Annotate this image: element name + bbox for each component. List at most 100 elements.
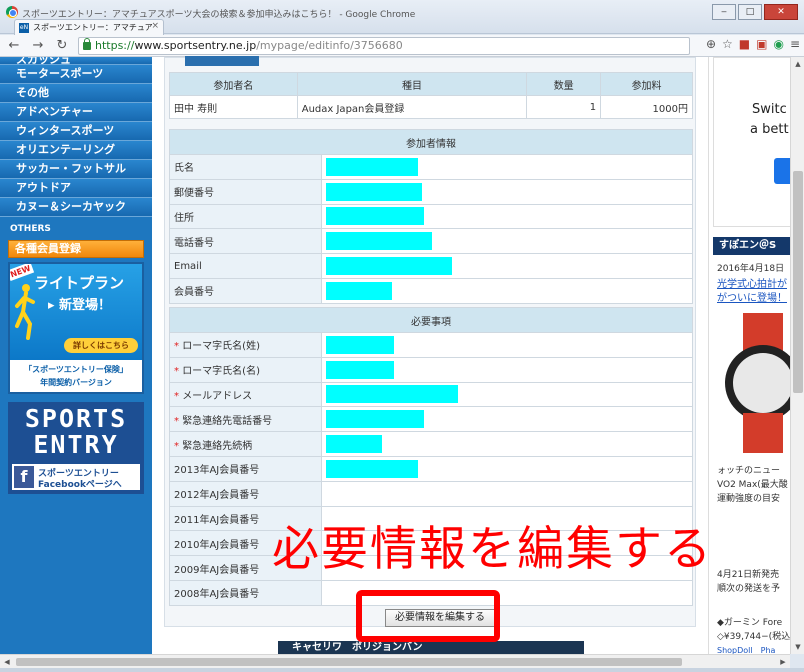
table-row: * 緊急連絡先電話番号 [169, 406, 693, 433]
menu-icon[interactable]: ≡ [790, 37, 800, 51]
required-field-label: メールアドレス [182, 390, 253, 402]
redacted-value [326, 157, 418, 176]
quantity-value: 1 [526, 95, 602, 119]
bottom-ad-banner[interactable]: キャセリワ ボリジョンバン [278, 641, 584, 654]
tab-label: スポーツエントリー：アマチュア [33, 23, 153, 32]
sidebar-item[interactable]: オリエンテーリング [0, 141, 152, 160]
table-row: 2012年AJ会員番号 [169, 480, 693, 507]
field-value [321, 277, 693, 304]
scroll-up-icon[interactable]: ▲ [791, 57, 804, 71]
sidebar-item[interactable]: モータースポーツ [0, 65, 152, 84]
right-ad-button[interactable] [774, 158, 790, 184]
required-field-label: ローマ字氏名(姓) [182, 341, 260, 353]
bookmark-star-icon[interactable]: ☆ [722, 37, 733, 51]
entry-table: 参加者名 種目 数量 参加料 田中 寿則 Audax Japan会員登録 1 1… [169, 72, 693, 119]
redacted-value [326, 360, 394, 379]
table-row: * ローマ字氏名(姓) [169, 332, 693, 358]
header-fee: 参加料 [600, 72, 693, 96]
annotation-highlight-box [356, 590, 500, 642]
field-value [321, 154, 693, 180]
back-icon[interactable]: ← [6, 37, 22, 55]
field-value [321, 431, 693, 457]
watch-image [725, 313, 790, 453]
insurance-label: 「スポーツエントリー保険」 [24, 365, 128, 374]
lite-plan-banner[interactable]: NEW ライトプラン ▸ 新登場！ 詳しくはこちら 「スポーツエントリー保険」 … [8, 262, 144, 394]
details-button[interactable]: 詳しくはこちら [64, 338, 138, 353]
participant-section-title: 参加者情報 [169, 129, 693, 155]
sidebar-item[interactable]: サッカー・フットサル [0, 160, 152, 179]
required-mark: * [174, 415, 179, 427]
field-label: 郵便番号 [169, 178, 322, 205]
field-label: 電話番号 [169, 228, 322, 255]
scroll-right-icon[interactable]: ▶ [776, 655, 790, 669]
redacted-value [326, 335, 394, 354]
scroll-down-icon[interactable]: ▼ [791, 640, 804, 654]
news-text-5: 順次の発送を予 [717, 584, 781, 594]
forward-icon[interactable]: → [30, 37, 46, 55]
minimize-button[interactable]: ‒ [712, 4, 736, 20]
table-row: 電話番号 [169, 228, 693, 255]
news-link-2[interactable]: がついに登場！ [717, 289, 787, 304]
logo-line-sports: SPORTS [24, 404, 128, 433]
tab-close-icon[interactable]: × [151, 21, 159, 31]
redacted-value [326, 182, 422, 201]
sidebar-item[interactable]: カヌー＆シーカヤック [0, 198, 152, 217]
redacted-value [326, 410, 424, 429]
close-button[interactable]: ✕ [764, 4, 798, 20]
facebook-label-2: Facebookページへ [38, 480, 122, 490]
horizontal-scrollbar[interactable]: ◀ ▶ [0, 654, 790, 668]
window-frame-bottom [0, 668, 804, 672]
sports-entry-logo[interactable]: SPORTS ENTRY f スポーツエントリー Facebookページへ [8, 402, 144, 494]
window-titlebar: スポーツエントリー：アマチュアスポーツ大会の検索＆参加申込みはこちら！ - Go… [0, 0, 804, 35]
url-host: www.sportsentry.ne.jp [134, 39, 257, 52]
required-field-label: ローマ字氏名(名) [182, 366, 260, 378]
member-registration-button[interactable]: 各種会員登録 [8, 240, 144, 258]
shop-links[interactable]: ShopDoll Pha [717, 645, 775, 654]
sidebar-item[interactable]: アドベンチャー [0, 103, 152, 122]
right-ad-line-2: a bett [750, 122, 789, 137]
news-text-2: VO2 Max(最大酸 [717, 480, 788, 490]
table-row: * ローマ字氏名(名) [169, 356, 693, 383]
browser-tab[interactable]: eN スポーツエントリー：アマチュア × [14, 19, 164, 35]
browser-toolbar: ← → ↻ https://www.sportsentry.ne.jp/mypa… [0, 35, 804, 57]
field-label: 氏名 [169, 154, 322, 180]
zoom-icon[interactable]: ⊕ [706, 37, 716, 51]
table-row: * メールアドレス [169, 381, 693, 408]
redacted-value [326, 281, 392, 300]
field-value [321, 253, 693, 279]
address-bar[interactable]: https://www.sportsentry.ne.jp/mypage/edi… [78, 37, 690, 55]
redacted-value [326, 232, 432, 251]
extension-eye-icon[interactable]: ◉ [773, 37, 783, 51]
logo-line-entry: ENTRY [33, 430, 119, 459]
header-quantity: 数量 [526, 72, 602, 96]
reload-icon[interactable]: ↻ [54, 37, 70, 55]
table-row: 田中 寿則 Audax Japan会員登録 1 1000円 [169, 95, 693, 119]
vertical-scrollbar[interactable]: ▲ ▼ [790, 57, 804, 654]
facebook-link[interactable]: f スポーツエントリー Facebookページへ [12, 464, 140, 490]
maximize-button[interactable]: □ [738, 4, 762, 20]
window-controls: ‒ □ ✕ [712, 4, 798, 20]
horizontal-scroll-thumb[interactable] [16, 658, 682, 666]
scroll-left-icon[interactable]: ◀ [0, 655, 14, 669]
news-text-7: ◇¥39,744−(税込 [717, 632, 790, 642]
sidebar-item[interactable]: スカッシュ [0, 57, 152, 65]
sidebar-item[interactable]: その他 [0, 84, 152, 103]
redacted-value [326, 385, 458, 404]
required-section-title: 必要事項 [169, 307, 693, 333]
news-text-6: ◆ガーミン Fore [717, 618, 783, 628]
news-link[interactable]: 光学式心拍計が [717, 275, 787, 290]
header-participant: 参加者名 [169, 72, 298, 96]
field-value [321, 381, 693, 408]
table-row: Email [169, 253, 693, 279]
required-section-header: 必要事項 [169, 307, 693, 333]
right-ad[interactable]: Switc a bett [713, 57, 790, 227]
vertical-scroll-thumb[interactable] [793, 171, 803, 393]
field-label: * ローマ字氏名(名) [169, 356, 322, 383]
extension-calendar-icon[interactable]: ▣ [756, 37, 767, 51]
sidebar-item[interactable]: ウィンタースポーツ [0, 122, 152, 141]
extension-pdf-icon[interactable]: ■ [739, 37, 750, 51]
sidebar-item[interactable]: アウトドア [0, 179, 152, 198]
required-field-label: 緊急連絡先続柄 [182, 440, 253, 452]
required-mark: * [174, 366, 179, 378]
redacted-value [326, 257, 452, 276]
